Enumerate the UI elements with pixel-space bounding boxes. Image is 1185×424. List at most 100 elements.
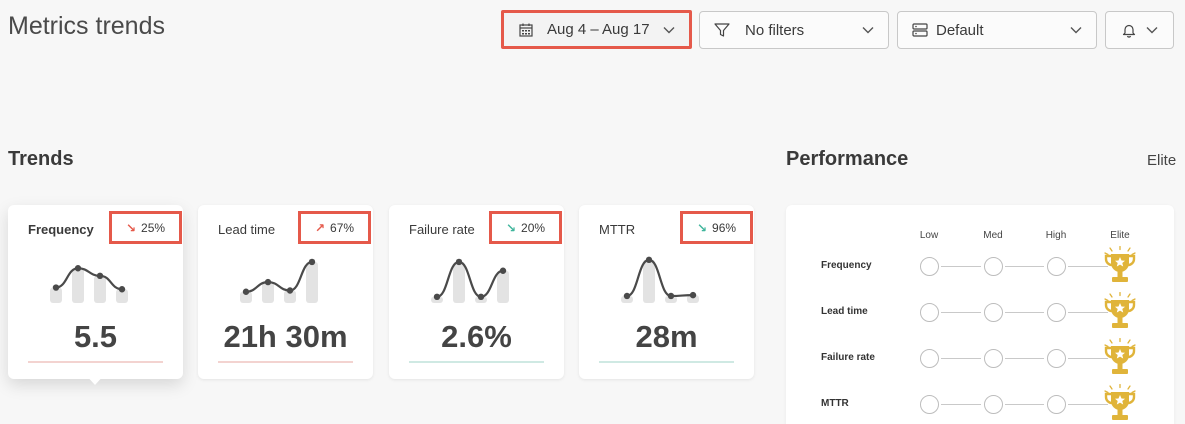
calendar-icon [519, 23, 533, 37]
level-indicator [919, 348, 939, 368]
chevron-down-icon [663, 26, 675, 34]
performance-row-label: Failure rate [821, 352, 875, 363]
date-range-picker[interactable]: Aug 4 – Aug 17 [501, 10, 692, 49]
delta-value: 96% [712, 220, 737, 235]
chevron-down-icon [1070, 26, 1082, 34]
trophy-icon [1101, 383, 1139, 424]
level-indicator [919, 394, 939, 414]
bell-icon [1122, 23, 1136, 38]
spark-bar [306, 261, 318, 303]
spark-point [118, 286, 126, 293]
spark-point [242, 288, 250, 295]
metric-value: 2.6% [441, 319, 512, 354]
spark-bar [453, 261, 465, 303]
card-pointer [84, 373, 106, 385]
spark-line [626, 258, 694, 298]
card-underline [409, 361, 544, 363]
sparkline [431, 258, 509, 303]
trends-title: Trends [8, 148, 74, 170]
spark-point [286, 287, 294, 294]
view-dropdown[interactable]: Default [897, 11, 1097, 49]
delta-badge: ↗ 67% [298, 211, 371, 244]
spark-bar [94, 275, 106, 303]
performance-title: Performance [786, 148, 909, 170]
delta-badge: ↘ 25% [109, 211, 182, 244]
date-range-label: Aug 4 – Aug 17 [547, 21, 650, 38]
spark-point [264, 278, 272, 286]
level-indicator [983, 348, 1003, 368]
delta-value: 67% [330, 220, 355, 235]
spark-line [55, 267, 123, 291]
notifications-dropdown[interactable] [1105, 11, 1174, 49]
column-header-elite: Elite [1110, 230, 1130, 241]
filters-dropdown[interactable]: No filters [699, 11, 889, 49]
level-indicator [919, 256, 939, 276]
page-title: Metrics trends [8, 12, 165, 40]
filters-label: No filters [745, 21, 805, 39]
spark-point [667, 292, 675, 300]
spark-point [645, 256, 653, 264]
spark-point [74, 265, 82, 272]
filter-icon [714, 23, 730, 37]
view-label: Default [936, 21, 984, 39]
level-indicator [983, 256, 1003, 276]
metric-value: 28m [635, 319, 698, 354]
trend-card-lead-time[interactable]: Lead time ↗ 67% 21h 30m [198, 205, 373, 379]
spark-point [689, 291, 697, 299]
card-label: Failure rate [409, 222, 475, 237]
trophy-icon [1101, 245, 1139, 286]
metric-value: 5.5 [73, 319, 118, 354]
level-indicator [1046, 302, 1066, 322]
column-header-low: Low [919, 230, 939, 241]
trophy-icon [1101, 337, 1139, 378]
performance-level: Elite [1147, 152, 1177, 169]
delta-value: 20% [521, 220, 546, 235]
delta-value: 25% [141, 220, 166, 235]
card-underline [599, 361, 734, 363]
chevron-down-icon [1146, 26, 1158, 34]
spark-bar [72, 268, 84, 303]
spark-point [96, 272, 104, 279]
performance-row-label: Lead time [821, 306, 868, 317]
card-label: Frequency [28, 222, 94, 237]
level-connector [941, 312, 981, 313]
column-header-high: High [1045, 230, 1067, 241]
trend-down-arrow-icon: ↘ [505, 220, 517, 235]
trend-card-failure-rate[interactable]: Failure rate ↘ 20% 2.6% [389, 205, 564, 379]
spark-point [433, 293, 441, 300]
sparkline [240, 258, 318, 303]
level-connector [941, 358, 981, 359]
spark-line [245, 260, 313, 293]
card-label: MTTR [599, 222, 636, 237]
trend-card-mttr[interactable]: MTTR ↘ 96% 28m [579, 205, 754, 379]
spark-point [455, 258, 463, 266]
level-indicator [1046, 256, 1066, 276]
level-connector [1005, 404, 1044, 405]
metric-value: 21h 30m [223, 319, 348, 354]
performance-row-label: MTTR [821, 398, 849, 409]
trend-up-arrow-icon: ↗ [314, 220, 326, 235]
spark-line [436, 260, 504, 298]
level-connector [1005, 266, 1044, 267]
trend-down-arrow-icon: ↘ [125, 220, 137, 235]
trend-card-frequency[interactable]: Frequency ↘ 25% 5.5 [8, 205, 183, 379]
spark-bar [643, 259, 655, 303]
sparkline [50, 265, 128, 303]
spark-point [52, 284, 60, 291]
level-indicator [983, 302, 1003, 322]
level-indicator [1046, 348, 1066, 368]
server-icon [912, 23, 928, 37]
level-connector [1005, 312, 1044, 313]
performance-panel: Low Med High Elite Frequency Lead time Fai… [786, 205, 1174, 424]
spark-bar [497, 270, 509, 303]
spark-point [623, 292, 631, 300]
level-connector [941, 404, 981, 405]
level-connector [1005, 358, 1044, 359]
chevron-down-icon [862, 26, 874, 34]
performance-row-label: Frequency [821, 260, 872, 271]
level-connector [941, 266, 981, 267]
delta-badge: ↘ 20% [489, 211, 562, 244]
spark-point [477, 293, 485, 300]
column-header-med: Med [983, 230, 1003, 241]
level-indicator [919, 302, 939, 322]
